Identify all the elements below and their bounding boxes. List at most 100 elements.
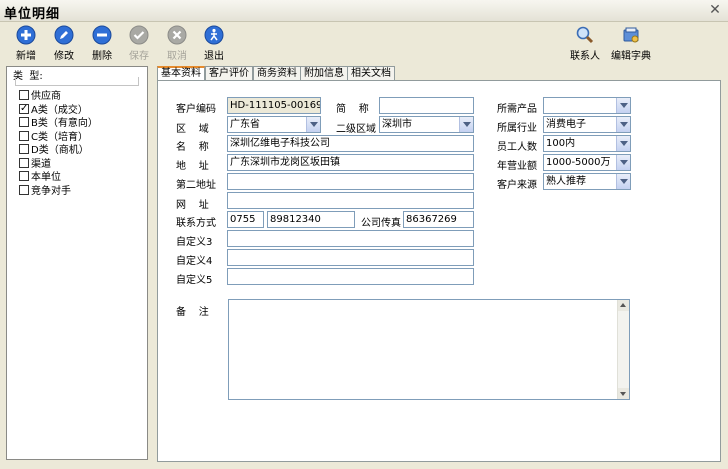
custom3-field[interactable] <box>227 230 474 247</box>
industry-label: 所属行业 <box>497 123 537 134</box>
short-name-field[interactable] <box>379 97 474 114</box>
type-checkbox-item[interactable]: 本单位 <box>19 171 61 184</box>
employees-select[interactable]: 100内 <box>543 135 631 152</box>
magnifier-icon <box>576 26 594 44</box>
tab-business-info[interactable]: 商务资料 <box>253 66 301 80</box>
employees-label: 员工人数 <box>497 142 537 153</box>
memo-scrollbar[interactable] <box>617 300 629 399</box>
edit-dictionary-button[interactable]: 编辑字典 <box>607 25 655 62</box>
memo-label: 备 注 <box>176 307 209 318</box>
type-filter-panel: 类 型: 供应商A类（成交）B类（有意向）C类（培育）D类（商机）渠道本单位竞争… <box>6 66 148 460</box>
fax-field[interactable]: 86367269 <box>403 211 474 228</box>
custom4-label: 自定义4 <box>176 256 213 267</box>
header-divider <box>15 77 139 86</box>
industry-value: 消费电子 <box>546 119 586 130</box>
checkbox[interactable] <box>19 130 29 141</box>
type-checkbox-label: 竞争对手 <box>31 185 71 197</box>
new-button[interactable]: 新增 <box>9 25 43 62</box>
memo-textarea[interactable] <box>228 299 630 400</box>
checkbox[interactable] <box>19 117 29 127</box>
name-field[interactable]: 深圳亿维电子科技公司 <box>227 135 474 152</box>
type-checkbox-item[interactable]: B类（有意向） <box>19 117 98 130</box>
cancel-button[interactable]: 取消 <box>160 25 194 62</box>
exit-button[interactable]: 退出 <box>197 25 231 62</box>
type-checkbox-item[interactable]: A类（成交） <box>19 102 88 117</box>
type-checkbox-item[interactable]: C类（培育） <box>19 130 88 144</box>
delete-label: 删除 <box>92 51 112 62</box>
tab-customer-rating[interactable]: 客户评价 <box>205 66 253 80</box>
tab-basic-info[interactable]: 基本资料 <box>157 66 205 81</box>
contacts-button[interactable]: 联系人 <box>568 25 602 62</box>
title-bar: 单位明细 ✕ <box>0 0 728 22</box>
industry-select[interactable]: 消费电子 <box>543 116 631 133</box>
customer-code-field: HD-111105-00169 <box>227 97 321 114</box>
checkbox[interactable] <box>19 184 29 195</box>
website-label: 网 址 <box>176 200 209 211</box>
short-name-label: 简 称 <box>336 104 369 115</box>
checkbox[interactable] <box>19 144 29 154</box>
custom3-label: 自定义3 <box>176 237 213 248</box>
address-field[interactable]: 广东深圳市龙岗区坂田镇 <box>227 154 474 171</box>
sub-region-value: 深圳市 <box>382 119 412 130</box>
scroll-up-icon[interactable] <box>618 300 629 311</box>
checkbox[interactable] <box>19 171 29 181</box>
revenue-value: 1000-5000万 <box>546 157 611 168</box>
custom5-field[interactable] <box>227 268 474 285</box>
phone-label: 联系方式 <box>176 218 216 229</box>
chevron-down-icon[interactable] <box>616 174 630 189</box>
product-label: 所需产品 <box>497 104 537 115</box>
revenue-label: 年营业额 <box>497 161 537 172</box>
tab-additional-info[interactable]: 附加信息 <box>300 66 348 80</box>
chevron-down-icon[interactable] <box>616 155 630 170</box>
basic-info-panel: 客户编码 HD-111105-00169 简 称 区 域 广东省 二级区域 深圳… <box>157 80 721 462</box>
region-label: 区 域 <box>176 124 209 135</box>
employees-value: 100内 <box>546 138 576 149</box>
save-label: 保存 <box>129 51 149 62</box>
product-select[interactable] <box>543 97 631 114</box>
close-icon[interactable]: ✕ <box>706 2 724 19</box>
phone-number-field[interactable]: 89812340 <box>267 211 355 228</box>
edit-icon <box>54 25 74 45</box>
chevron-down-icon[interactable] <box>306 117 320 132</box>
edit-label: 修改 <box>54 51 74 62</box>
sub-region-label: 二级区域 <box>336 124 376 135</box>
fax-label: 公司传真 <box>361 218 401 229</box>
dictionary-icon <box>623 27 639 43</box>
cancel-icon <box>167 25 187 45</box>
tab-related-docs[interactable]: 相关文档 <box>347 66 395 80</box>
type-checkbox-item[interactable]: 渠道 <box>19 157 51 171</box>
sub-region-select[interactable]: 深圳市 <box>379 116 474 133</box>
checkbox[interactable] <box>19 157 29 168</box>
region-select[interactable]: 广东省 <box>227 116 321 133</box>
custom4-field[interactable] <box>227 249 474 266</box>
checkbox[interactable] <box>19 90 29 100</box>
exit-icon <box>204 25 224 45</box>
toolbar: 新增 修改 删除 保存 取消 退出 联系人 编辑字典 <box>0 22 728 62</box>
chevron-down-icon[interactable] <box>616 136 630 151</box>
type-checkbox-label: 供应商 <box>31 91 61 102</box>
dictionary-label: 编辑字典 <box>611 51 651 62</box>
window-title: 单位明细 <box>4 7 61 22</box>
type-checkbox-item[interactable]: D类（商机） <box>19 144 89 157</box>
type-checkbox-label: 本单位 <box>31 172 61 183</box>
website-field[interactable] <box>227 192 474 209</box>
address2-field[interactable] <box>227 173 474 190</box>
type-checkbox-label: 渠道 <box>31 158 51 170</box>
revenue-select[interactable]: 1000-5000万 <box>543 154 631 171</box>
chevron-down-icon[interactable] <box>616 98 630 113</box>
chevron-down-icon[interactable] <box>459 117 473 132</box>
chevron-down-icon[interactable] <box>616 117 630 132</box>
checkbox[interactable] <box>19 102 29 115</box>
save-button[interactable]: 保存 <box>122 25 156 62</box>
delete-button[interactable]: 删除 <box>85 25 119 62</box>
scroll-down-icon[interactable] <box>618 388 629 399</box>
edit-button[interactable]: 修改 <box>47 25 81 62</box>
phone-area-field[interactable]: 0755 <box>227 211 264 228</box>
address2-label: 第二地址 <box>176 180 216 191</box>
type-checkbox-item[interactable]: 竞争对手 <box>19 184 71 198</box>
type-checkbox-label: A类（成交） <box>31 104 88 116</box>
custom5-label: 自定义5 <box>176 275 213 286</box>
source-select[interactable]: 熟人推荐 <box>543 173 631 190</box>
region-value: 广东省 <box>230 119 260 130</box>
type-checkbox-label: C类（培育） <box>31 131 88 143</box>
